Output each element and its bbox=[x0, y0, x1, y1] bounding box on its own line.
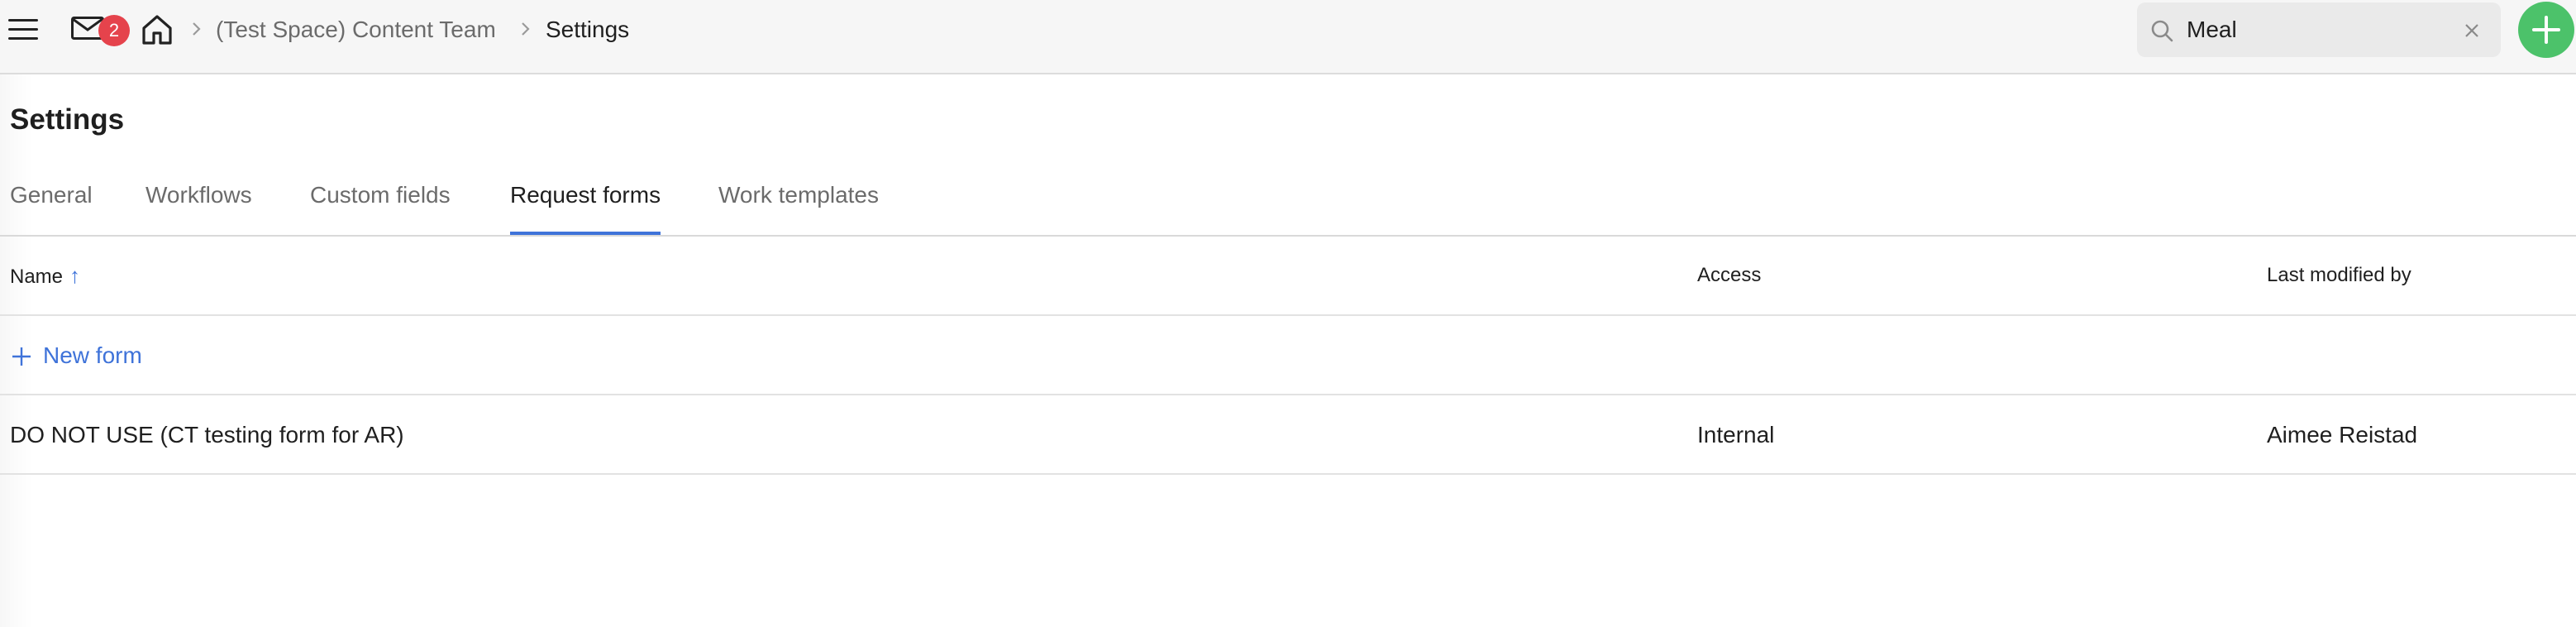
tab-workflows[interactable]: Workflows bbox=[145, 180, 252, 235]
arrow-up-icon: ↑ bbox=[69, 263, 81, 288]
search-icon bbox=[2151, 20, 2173, 42]
breadcrumb-settings: Settings bbox=[546, 17, 630, 42]
hamburger-menu-icon[interactable] bbox=[8, 17, 40, 41]
breadcrumb-content-team[interactable]: (Test Space) Content Team bbox=[216, 16, 496, 44]
search-input[interactable] bbox=[2187, 13, 2435, 46]
cell-access: Internal bbox=[1697, 422, 1775, 448]
column-header-name-label: Name bbox=[10, 266, 64, 288]
plus-icon bbox=[2532, 16, 2560, 44]
column-header-last-modified-by[interactable]: Last modified by bbox=[2267, 263, 2411, 288]
cell-last-modified-by: Aimee Reistad bbox=[2267, 422, 2418, 448]
home-icon bbox=[142, 15, 172, 45]
search-box[interactable] bbox=[2137, 2, 2501, 57]
table-header: Name ↑ Access Last modified by bbox=[0, 237, 2576, 316]
inbox-badge: 2 bbox=[98, 15, 130, 46]
chevron-right-icon bbox=[193, 22, 201, 36]
cell-name: DO NOT USE (CT testing form for AR) bbox=[10, 422, 404, 448]
new-form-label: New form bbox=[43, 342, 142, 368]
tab-custom-fields[interactable]: Custom fields bbox=[310, 180, 451, 235]
inbox-button[interactable]: 2 bbox=[71, 15, 131, 48]
tab-request-forms[interactable]: Request forms bbox=[510, 180, 661, 235]
tab-work-templates[interactable]: Work templates bbox=[718, 180, 879, 235]
page-title: Settings bbox=[10, 103, 125, 136]
settings-tabs: General Workflows Custom fields Request … bbox=[0, 165, 2576, 237]
new-form-row: New form bbox=[0, 316, 2576, 395]
column-header-name[interactable]: Name ↑ bbox=[10, 263, 80, 290]
chevron-right-icon bbox=[522, 22, 530, 36]
add-button[interactable] bbox=[2518, 2, 2574, 58]
plus-icon bbox=[12, 347, 31, 366]
close-icon[interactable] bbox=[2464, 22, 2480, 39]
tab-general[interactable]: General bbox=[10, 180, 93, 235]
top-bar: 2 (Test Space) Content Team Settings bbox=[0, 0, 2576, 74]
column-header-access[interactable]: Access bbox=[1697, 263, 1761, 288]
table-row[interactable]: DO NOT USE (CT testing form for AR) Inte… bbox=[0, 395, 2576, 475]
home-button[interactable] bbox=[141, 13, 174, 46]
